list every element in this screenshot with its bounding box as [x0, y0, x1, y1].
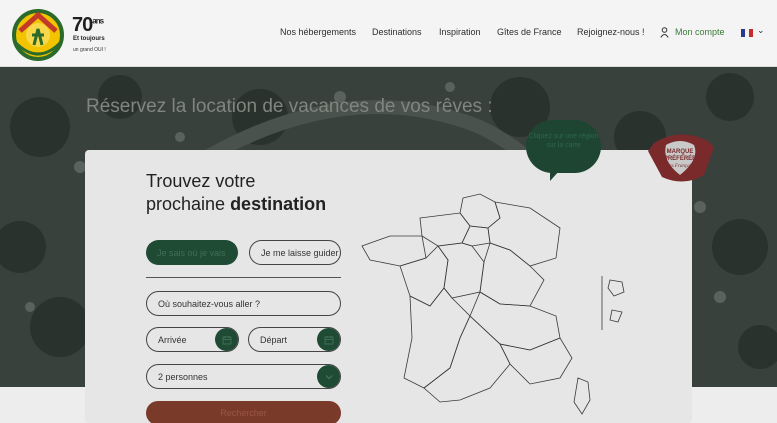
guests-select[interactable]: 2 personnes [146, 364, 341, 389]
search-heading-bold: destination [230, 194, 327, 214]
bubble-tail [550, 170, 560, 181]
user-icon[interactable] [660, 27, 669, 38]
site-header: 70ans Et toujours un grand OUI ! Nos héb… [0, 0, 777, 67]
anniversary-number: 70 [72, 14, 93, 36]
departure-calendar-icon[interactable] [317, 328, 340, 351]
region-bourgogne-franche-comte[interactable] [479, 242, 545, 307]
region-pays-de-la-loire[interactable] [399, 245, 449, 307]
nav-hebergements[interactable]: Nos hébergements [280, 27, 356, 41]
hero-title: Réservez la location de vacances de vos … [86, 96, 493, 117]
search-heading-line2: prochaine destination [146, 194, 326, 215]
nav-inspiration[interactable]: Inspiration [439, 27, 481, 41]
island-marker-1[interactable] [607, 279, 625, 297]
nav-destinations[interactable]: Destinations [372, 27, 422, 41]
badge-line1: MARQUE [667, 149, 694, 155]
badge-line3: des Français [667, 164, 693, 169]
nav-rejoignez-nous[interactable]: Rejoignez-nous ! [577, 27, 645, 41]
departure-label: Départ [260, 334, 288, 345]
chevron-down-icon[interactable]: ⌄ [757, 26, 765, 36]
search-heading-line1: Trouvez votre [146, 171, 256, 191]
destination-input[interactable]: Où souhaitez-vous aller ? [146, 291, 341, 316]
nav-gites-de-france[interactable]: Gîtes de France [497, 27, 562, 41]
french-flag-icon[interactable] [741, 29, 753, 37]
marque-preferee-badge: MARQUE PRÉFÉRÉE des Français [648, 134, 714, 182]
anniversary-badge: 70ans Et toujours un grand OUI ! [72, 14, 116, 54]
region-provence-alpes-cote-dazur[interactable] [499, 337, 573, 385]
anniversary-sub: un grand OUI ! [73, 47, 106, 53]
region-ile-de-france[interactable] [461, 225, 491, 247]
arrival-label: Arrivée [158, 334, 187, 345]
france-regions-map[interactable] [360, 188, 630, 420]
tab-know-destination[interactable]: Je sais où je vais [146, 240, 238, 265]
region-bretagne[interactable] [361, 235, 427, 267]
island-marker-2[interactable] [609, 309, 623, 323]
tabs-divider [146, 277, 341, 278]
map-hint-bubble: Cliquez sur une région sur la carte [526, 120, 601, 173]
anniversary-tagline: Et toujours [73, 36, 105, 42]
search-heading-prefix: prochaine [146, 194, 231, 214]
guests-value: 2 personnes [158, 371, 208, 382]
guests-chevron-icon[interactable] [317, 365, 340, 388]
tab-guide-me[interactable]: Je me laisse guider [249, 240, 341, 265]
account-link[interactable]: Mon compte [675, 27, 725, 41]
gites-de-france-logo[interactable] [10, 7, 66, 61]
search-button[interactable]: Rechercher [146, 401, 341, 423]
badge-line2: PRÉFÉRÉE [664, 154, 696, 162]
region-auvergne-rhone-alpes[interactable] [469, 291, 561, 351]
anniversary-suffix: ans [92, 16, 104, 26]
region-occitanie[interactable] [423, 315, 511, 403]
arrival-calendar-icon[interactable] [215, 328, 238, 351]
region-corse[interactable] [573, 377, 591, 415]
region-grand-est[interactable] [487, 201, 561, 267]
